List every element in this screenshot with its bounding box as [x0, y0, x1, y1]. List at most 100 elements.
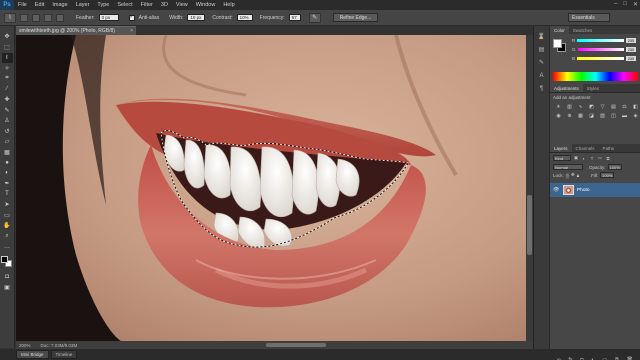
- tab-timeline[interactable]: Timeline: [50, 350, 78, 359]
- screen-mode-icon[interactable]: ▣: [2, 283, 13, 293]
- hand-tool-icon[interactable]: ✋: [2, 221, 13, 231]
- slider-b[interactable]: B 255: [572, 56, 636, 61]
- foreground-color-swatch[interactable]: [1, 255, 8, 263]
- exposure-icon[interactable]: ◩: [587, 103, 596, 110]
- color-swatches[interactable]: [1, 255, 13, 268]
- brightness-icon[interactable]: ☀: [554, 103, 563, 110]
- refine-edge-button[interactable]: Refine Edge...: [332, 13, 379, 22]
- hue-saturation-icon[interactable]: ▤: [609, 103, 618, 110]
- slider-g[interactable]: G 255: [572, 47, 636, 52]
- minimize-icon[interactable]: –: [614, 1, 617, 8]
- eyedropper-tool-icon[interactable]: ⁄: [2, 85, 13, 95]
- contrast-input[interactable]: 10%: [236, 14, 253, 21]
- horizontal-scroll-thumb[interactable]: [266, 343, 326, 347]
- subtract-selection-icon[interactable]: [44, 13, 52, 22]
- vibrance-icon[interactable]: ▽: [598, 103, 607, 110]
- image-canvas[interactable]: [16, 35, 526, 341]
- add-to-selection-icon[interactable]: [32, 13, 40, 22]
- dodge-tool-icon[interactable]: ◐: [2, 169, 13, 179]
- color-lookup-icon[interactable]: ▦: [576, 112, 585, 119]
- gradient-tool-icon[interactable]: ▦: [2, 148, 13, 158]
- paragraph-panel-icon[interactable]: ¶: [537, 84, 547, 93]
- pen-tool-icon[interactable]: ✒: [2, 179, 13, 189]
- tablet-pressure-icon[interactable]: ✎: [308, 12, 321, 23]
- color-balance-icon[interactable]: ⚖: [620, 103, 629, 110]
- frequency-input[interactable]: 57: [288, 14, 301, 21]
- path-select-icon[interactable]: ➤: [2, 200, 13, 210]
- tab-close-icon[interactable]: ×: [130, 28, 133, 34]
- slider-b-value[interactable]: 255: [626, 56, 636, 61]
- workspace-switcher[interactable]: Essentials: [568, 13, 610, 22]
- blur-tool-icon[interactable]: ●: [2, 158, 13, 168]
- document-tab[interactable]: smilewithteeth.jpg @ 200% (Photo, RGB/8)…: [16, 26, 136, 35]
- menu-help[interactable]: Help: [219, 2, 238, 8]
- lock-position-icon[interactable]: ✥: [571, 172, 575, 178]
- filter-adjustment-icon[interactable]: ◐: [581, 155, 587, 161]
- antialias-checkbox[interactable]: [128, 14, 135, 21]
- brush-tool-icon[interactable]: ✎: [2, 106, 13, 116]
- selective-color-icon[interactable]: ◈: [631, 112, 640, 119]
- tab-color[interactable]: Color: [550, 26, 569, 34]
- intersect-selection-icon[interactable]: [56, 13, 64, 22]
- opacity-input[interactable]: 100%: [607, 164, 622, 170]
- new-selection-icon[interactable]: [20, 13, 28, 22]
- menu-filter[interactable]: Filter: [137, 2, 157, 8]
- menu-3d[interactable]: 3D: [157, 2, 172, 8]
- filter-shape-icon[interactable]: ▭: [597, 155, 603, 161]
- slider-b-track[interactable]: [577, 57, 624, 60]
- character-panel-icon[interactable]: A: [537, 71, 547, 80]
- magnetic-lasso-tool-preset-icon[interactable]: ⌇: [4, 12, 16, 23]
- menu-window[interactable]: Window: [192, 2, 220, 8]
- menu-select[interactable]: Select: [113, 2, 136, 8]
- healing-brush-icon[interactable]: ✚: [2, 95, 13, 105]
- channel-mixer-icon[interactable]: ⊕: [565, 112, 574, 119]
- eraser-tool-icon[interactable]: ▱: [2, 137, 13, 147]
- properties-panel-icon[interactable]: ▤: [537, 45, 547, 54]
- threshold-icon[interactable]: ◫: [609, 112, 618, 119]
- zoom-level[interactable]: 200%: [19, 343, 31, 348]
- slider-r-track[interactable]: [577, 39, 624, 42]
- zoom-tool-icon[interactable]: ⌕: [2, 232, 13, 242]
- curves-icon[interactable]: ∿: [576, 103, 585, 110]
- feather-input[interactable]: 0 px: [98, 14, 119, 21]
- tab-layers[interactable]: Layers: [550, 144, 572, 152]
- layer-kind-select[interactable]: Kind: [553, 155, 571, 161]
- tab-swatches[interactable]: Swatches: [569, 26, 597, 34]
- tab-paths[interactable]: Paths: [599, 144, 619, 152]
- history-panel-icon[interactable]: ⌛: [537, 32, 547, 41]
- maximize-icon[interactable]: □: [623, 1, 627, 8]
- menu-type[interactable]: Type: [93, 2, 113, 8]
- black-white-icon[interactable]: ◧: [631, 103, 640, 110]
- photo-filter-icon[interactable]: ◉: [554, 112, 563, 119]
- layer-name[interactable]: Photo: [577, 188, 590, 193]
- menu-view[interactable]: View: [172, 2, 192, 8]
- move-tool-icon[interactable]: ✥: [2, 32, 13, 42]
- type-tool-icon[interactable]: T: [2, 190, 13, 200]
- history-brush-icon[interactable]: ↺: [2, 127, 13, 137]
- color-spectrum[interactable]: [553, 72, 638, 81]
- quick-mask-icon[interactable]: ◘: [2, 273, 13, 283]
- menu-image[interactable]: Image: [48, 2, 71, 8]
- invert-icon[interactable]: ◪: [587, 112, 596, 119]
- more-tools-icon[interactable]: …: [2, 242, 13, 252]
- menu-file[interactable]: File: [14, 2, 31, 8]
- clone-stamp-icon[interactable]: ♙: [2, 116, 13, 126]
- levels-icon[interactable]: ▥: [565, 103, 574, 110]
- vertical-scrollbar[interactable]: [526, 35, 533, 341]
- close-icon[interactable]: ✕: [633, 1, 638, 8]
- visibility-eye-icon[interactable]: 👁︎: [553, 187, 560, 193]
- lock-pixels-icon[interactable]: ▒: [566, 173, 569, 178]
- slider-r-value[interactable]: 255: [626, 38, 636, 43]
- gradient-map-icon[interactable]: ▬: [620, 112, 629, 119]
- width-input[interactable]: 10 px: [187, 14, 206, 21]
- marquee-tool-icon[interactable]: ⬚: [2, 43, 13, 53]
- layer-row[interactable]: 👁︎ Photo: [550, 183, 640, 197]
- quick-select-tool-icon[interactable]: ✧: [2, 64, 13, 74]
- blend-mode-select[interactable]: Normal: [553, 164, 583, 170]
- slider-g-value[interactable]: 255: [626, 47, 636, 52]
- fill-input[interactable]: 100%: [600, 172, 615, 178]
- lasso-tool-icon[interactable]: ℓ: [1, 53, 13, 63]
- filter-type-icon[interactable]: T: [589, 155, 595, 161]
- menu-edit[interactable]: Edit: [31, 2, 48, 8]
- filter-smart-icon[interactable]: ⧉: [605, 155, 611, 161]
